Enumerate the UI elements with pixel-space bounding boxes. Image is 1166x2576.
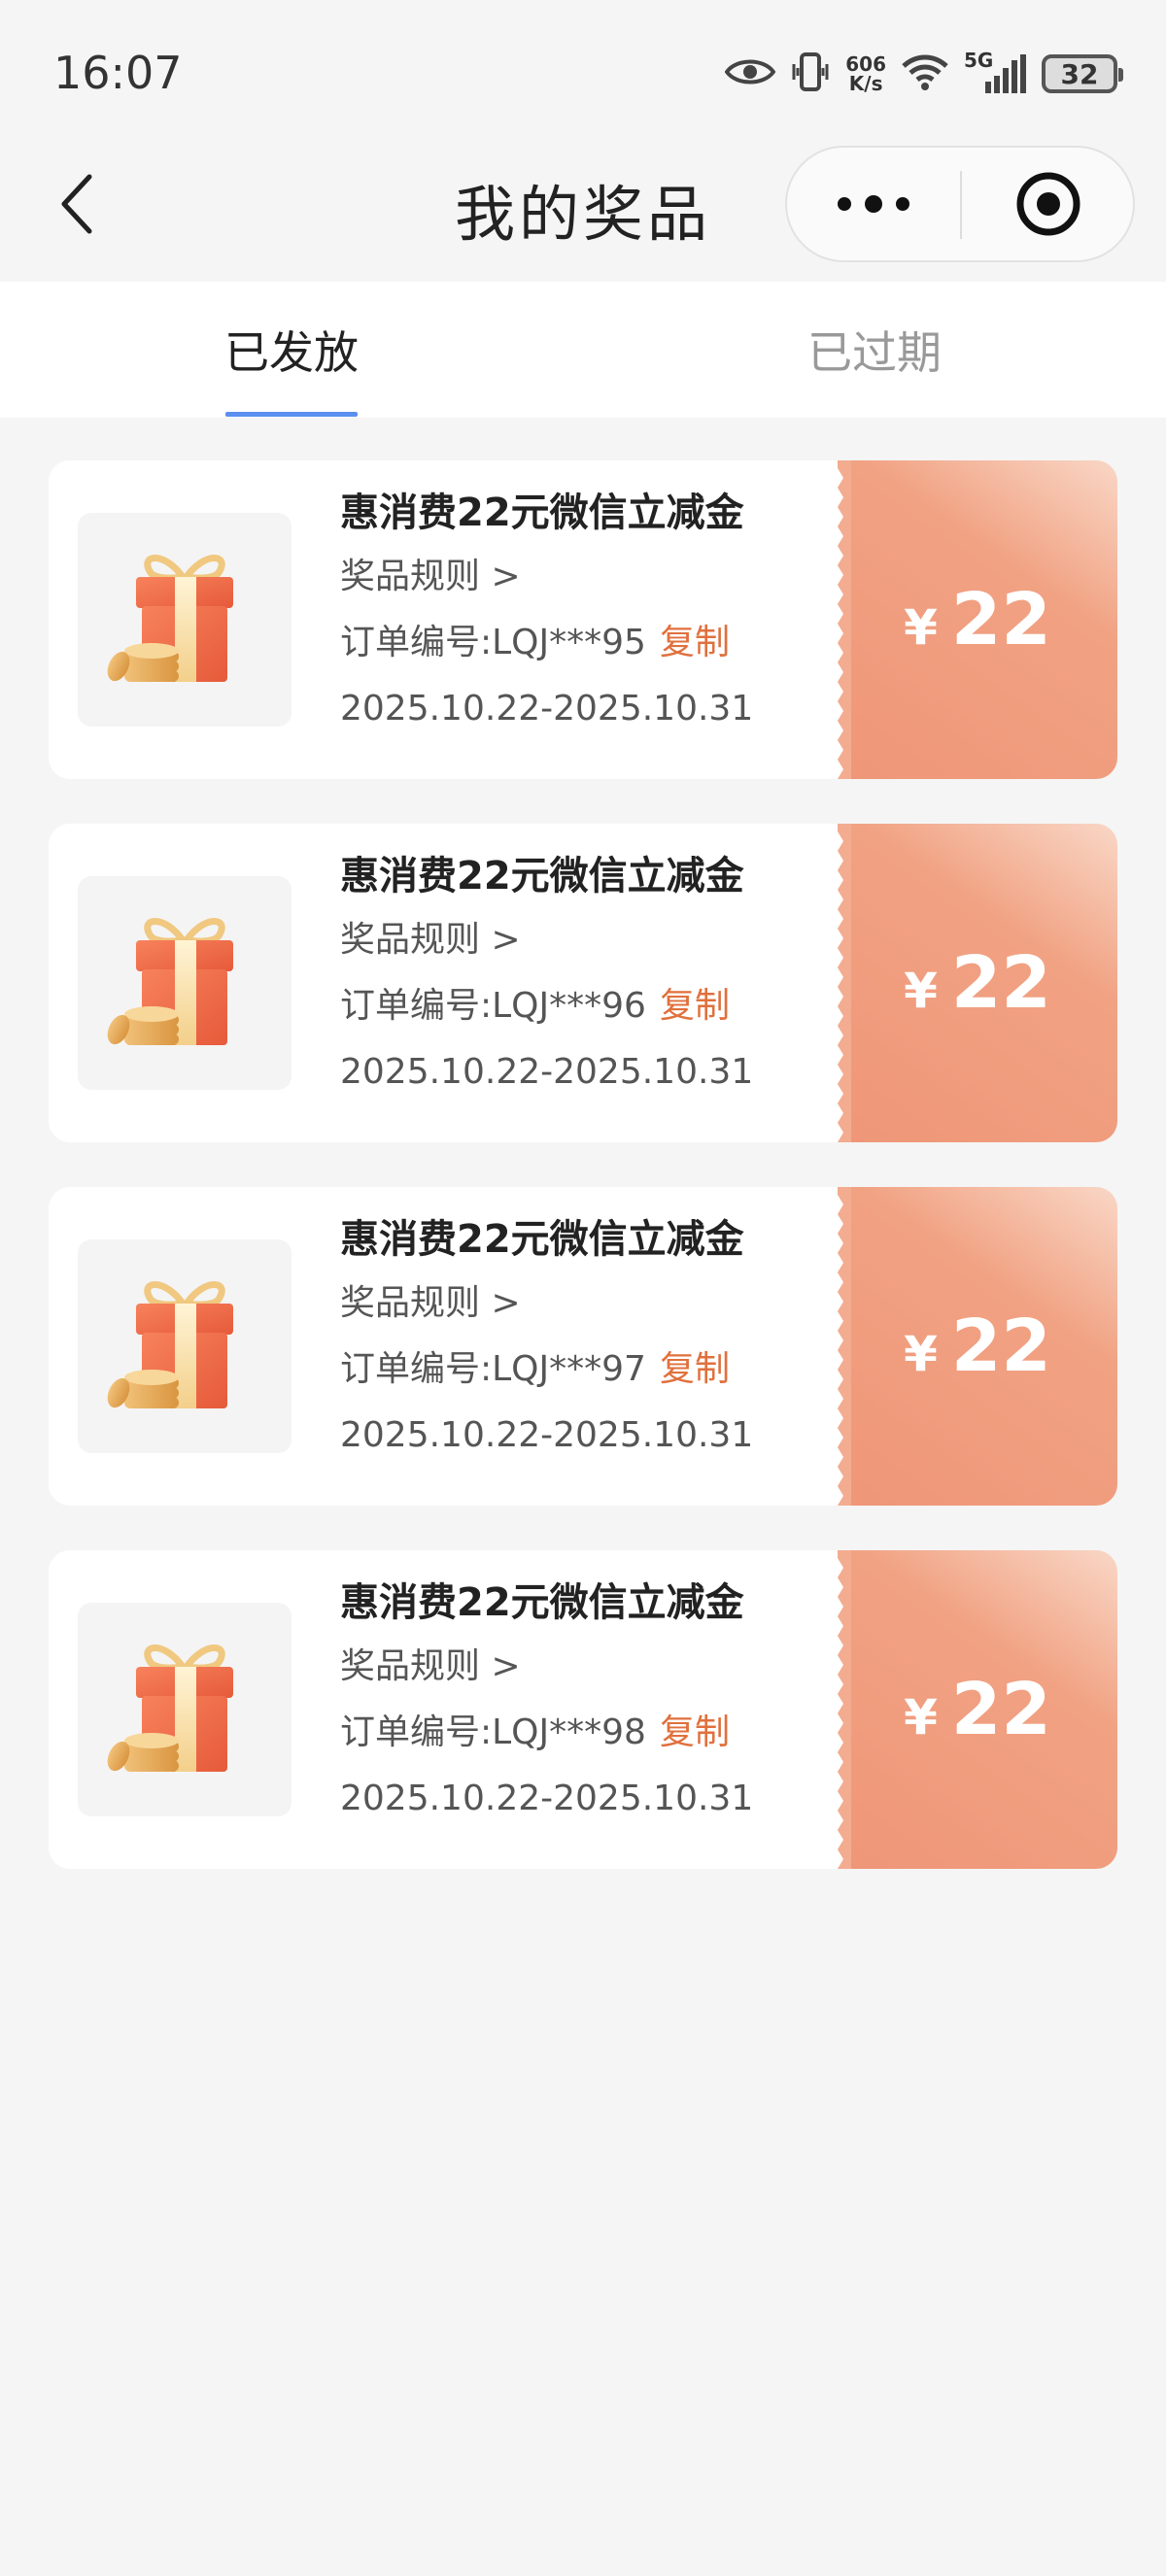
voucher-amount: ¥ 22 [904,1668,1051,1751]
prize-thumbnail [78,513,292,727]
prize-thumbnail [78,1239,292,1453]
wifi-icon [900,52,950,95]
voucher-value: 22 [950,578,1051,661]
net-speed-unit: K/s [848,72,883,95]
voucher-amount-panel: ¥ 22 [838,1187,1117,1506]
prize-thumbnail [78,1603,292,1816]
more-dots-icon [838,195,909,213]
copy-button[interactable]: 复制 [660,623,730,662]
order-number: 订单编号:LQJ***96 [340,986,646,1026]
prize-card[interactable]: 惠消费22元微信立减金 奖品规则 > 订单编号:LQJ***97 复制 2025.… [49,1187,1117,1506]
validity-period: 2025.10.22-2025.10.31 [340,1779,754,1818]
gift-box-with-coins-icon [107,1281,233,1408]
voucher-amount-panel: ¥ 22 [838,824,1117,1142]
order-number-row: 订单编号:LQJ***98 复制 [340,1700,884,1766]
gift-box-with-coins-icon [107,555,233,682]
order-number-row: 订单编号:LQJ***97 复制 [340,1337,884,1403]
prize-title: 惠消费22元微信立减金 [340,1580,744,1625]
copy-button[interactable]: 复制 [660,1712,730,1752]
voucher-amount: ¥ 22 [904,1305,1051,1388]
copy-button[interactable]: 复制 [660,986,730,1026]
currency-symbol: ¥ [904,599,938,656]
order-number: 订单编号:LQJ***95 [340,623,646,662]
zigzag-edge [838,1550,851,1869]
prize-title: 惠消费22元微信立减金 [340,491,744,535]
tab-expired[interactable]: 已过期 [583,282,1166,418]
prize-info: 惠消费22元微信立减金 奖品规则 > 订单编号:LQJ***95 复制 2025.… [340,484,884,742]
prize-rules-link[interactable]: 奖品规则 > [340,1634,884,1700]
prize-rules-link[interactable]: 奖品规则 > [340,907,884,973]
prize-card[interactable]: 惠消费22元微信立减金 奖品规则 > 订单编号:LQJ***95 复制 2025.… [49,460,1117,779]
battery-icon: 32 [1042,54,1123,93]
voucher-value: 22 [950,941,1051,1025]
more-button[interactable] [787,148,960,260]
voucher-amount-panel: ¥ 22 [838,460,1117,779]
validity-period: 2025.10.22-2025.10.31 [340,689,754,729]
status-time: 16:07 [53,47,183,99]
status-icons: 606 K/s 5G 32 [724,47,1123,101]
zigzag-edge [838,824,851,1142]
validity-period: 2025.10.22-2025.10.31 [340,1415,754,1455]
prize-list: 惠消费22元微信立减金 奖品规则 > 订单编号:LQJ***95 复制 2025.… [49,460,1117,1914]
prize-title: 惠消费22元微信立减金 [340,1217,744,1262]
net-speed: 606 K/s [845,54,886,93]
voucher-amount: ¥ 22 [904,941,1051,1025]
prize-rules-link[interactable]: 奖品规则 > [340,544,884,610]
gift-box-with-coins-icon [107,1644,233,1772]
net-speed-value: 606 [845,52,886,76]
tab-bar: 已发放 已过期 [0,282,1166,418]
voucher-amount: ¥ 22 [904,578,1051,661]
voucher-value: 22 [950,1305,1051,1388]
prize-thumbnail [78,876,292,1090]
gift-box-with-coins-icon [107,918,233,1045]
battery-level: 32 [1060,57,1099,90]
prize-info: 惠消费22元微信立减金 奖品规则 > 订单编号:LQJ***96 复制 2025.… [340,847,884,1105]
tab-issued[interactable]: 已发放 [0,282,583,418]
prize-rules-link[interactable]: 奖品规则 > [340,1271,884,1337]
active-tab-indicator [225,412,358,417]
zigzag-edge [838,460,851,779]
currency-symbol: ¥ [904,963,938,1019]
prize-info: 惠消费22元微信立减金 奖品规则 > 订单编号:LQJ***98 复制 2025.… [340,1574,884,1832]
status-bar: 16:07 606 K/s 5G 32 [0,0,1166,146]
order-number-row: 订单编号:LQJ***95 复制 [340,610,884,676]
mini-program-capsule [785,146,1135,262]
voucher-amount-panel: ¥ 22 [838,1550,1117,1869]
prize-card[interactable]: 惠消费22元微信立减金 奖品规则 > 订单编号:LQJ***98 复制 2025.… [49,1550,1117,1869]
validity-period: 2025.10.22-2025.10.31 [340,1052,754,1092]
signal-icon: 5G [964,49,1028,95]
prize-info: 惠消费22元微信立减金 奖品规则 > 订单编号:LQJ***97 复制 2025.… [340,1210,884,1469]
vibrate-icon [789,51,832,97]
order-number: 订单编号:LQJ***98 [340,1712,646,1752]
target-close-icon [1016,172,1080,236]
currency-symbol: ¥ [904,1689,938,1746]
prize-card[interactable]: 惠消费22元微信立减金 奖品规则 > 订单编号:LQJ***96 复制 2025.… [49,824,1117,1142]
copy-button[interactable]: 复制 [660,1349,730,1389]
nav-bar: 我的奖品 [0,146,1166,282]
prize-title: 惠消费22元微信立减金 [340,854,744,898]
order-number: 订单编号:LQJ***97 [340,1349,646,1389]
zigzag-edge [838,1187,851,1506]
order-number-row: 订单编号:LQJ***96 复制 [340,973,884,1039]
voucher-value: 22 [950,1668,1051,1751]
eye-icon [724,55,776,92]
currency-symbol: ¥ [904,1326,938,1382]
close-button[interactable] [962,148,1135,260]
